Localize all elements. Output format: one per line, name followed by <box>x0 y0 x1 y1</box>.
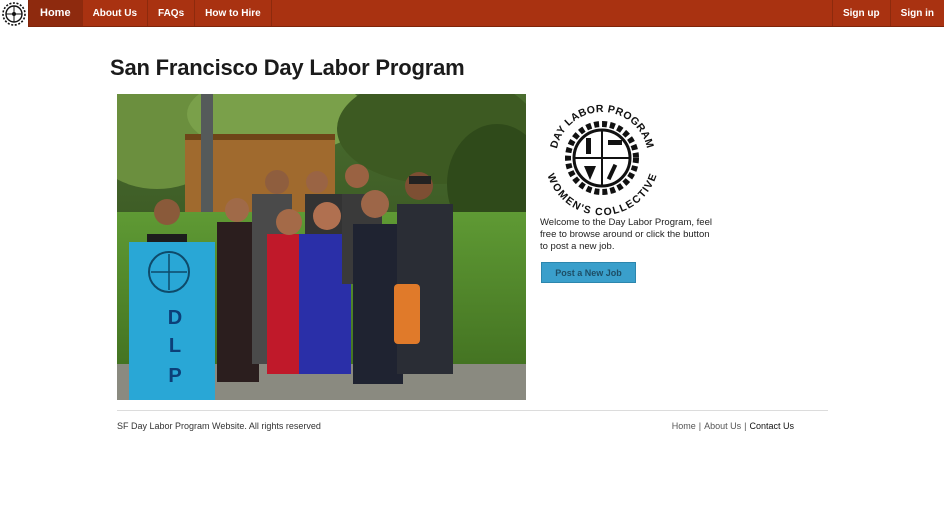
nav-sign-up[interactable]: Sign up <box>831 0 890 26</box>
footer-link-home[interactable]: Home <box>672 421 696 431</box>
footer-links: Home | About Us | Contact Us <box>672 421 794 431</box>
footer-link-contact-us[interactable]: Contact Us <box>749 421 794 431</box>
womens-collective-logo: DAY LABOR PROGRAM WOMEN'S COLLECTIVE <box>540 96 664 218</box>
site-logo[interactable] <box>0 0 29 27</box>
post-new-job-button[interactable]: Post a New Job <box>541 262 636 283</box>
banner-letter-p: P <box>168 365 181 387</box>
nav-sign-in[interactable]: Sign in <box>889 0 944 26</box>
nav-home[interactable]: Home <box>29 0 83 26</box>
page-title: San Francisco Day Labor Program <box>110 55 465 80</box>
banner-letter-l: L <box>169 335 181 357</box>
womens-collective-logo-icon: DAY LABOR PROGRAM WOMEN'S COLLECTIVE <box>544 103 659 218</box>
banner-letter-d: D <box>168 307 182 329</box>
footer-link-about-us[interactable]: About Us <box>704 421 741 431</box>
footer-divider <box>117 410 828 411</box>
nav-about-us[interactable]: About Us <box>83 0 149 26</box>
group-photo: D L P <box>117 94 526 400</box>
nav-how-to-hire[interactable]: How to Hire <box>195 0 272 26</box>
top-navbar: Home About Us FAQs How to Hire Sign up S… <box>0 0 944 27</box>
footer-separator: | <box>698 421 702 431</box>
footer-copyright: SF Day Labor Program Website. All rights… <box>117 421 321 431</box>
gear-badge-icon <box>2 1 26 26</box>
nav-faqs[interactable]: FAQs <box>148 0 196 26</box>
welcome-text: Welcome to the Day Labor Program, feel f… <box>540 217 712 252</box>
group-photo-image: D L P <box>117 94 526 400</box>
